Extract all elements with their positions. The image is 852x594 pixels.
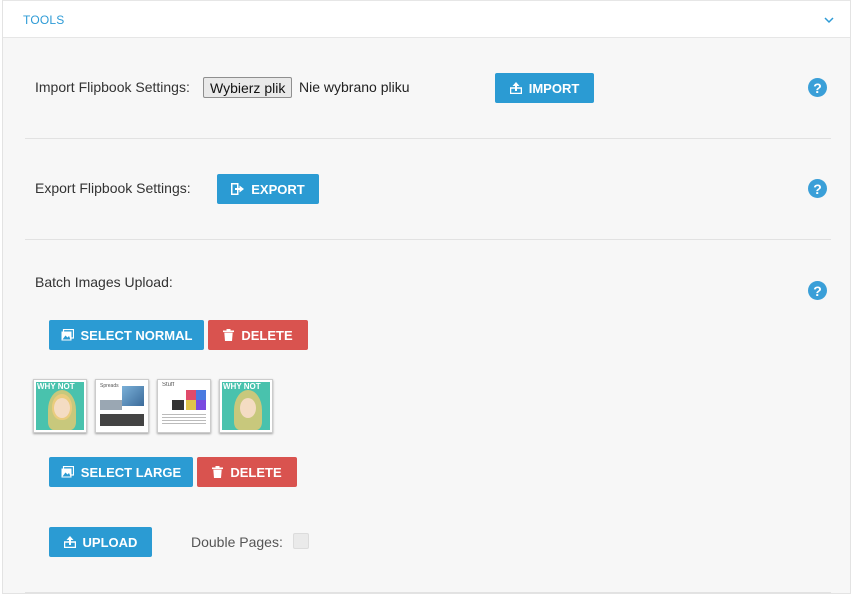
delete-normal-label: DELETE — [241, 327, 293, 343]
images-icon — [61, 329, 74, 341]
double-pages-checkbox[interactable] — [293, 533, 309, 549]
export-help-icon[interactable]: ? — [808, 179, 827, 198]
trash-icon — [212, 466, 224, 478]
face-highlight — [54, 398, 70, 418]
upload-button-label: UPLOAD — [82, 534, 138, 550]
photo-strip — [100, 414, 144, 426]
batch-upload-label: Batch Images Upload: — [35, 274, 173, 290]
photo-block — [186, 400, 196, 410]
import-settings-label: Import Flipbook Settings: — [35, 79, 190, 95]
photo-block — [172, 400, 184, 410]
photo-block — [196, 390, 206, 400]
import-button-label: IMPORT — [528, 80, 580, 96]
divider — [25, 239, 831, 240]
divider — [25, 138, 831, 139]
export-button-label: EXPORT — [251, 181, 305, 197]
select-large-button[interactable]: SELECT LARGE — [49, 457, 193, 487]
photo-block — [196, 400, 206, 410]
choose-file-button[interactable]: Wybierz plik — [203, 77, 293, 98]
export-settings-label: Export Flipbook Settings: — [35, 180, 191, 196]
double-pages-label: Double Pages: — [191, 534, 283, 550]
thumbnail-caption: Stuff — [162, 382, 175, 388]
text-lines — [162, 414, 206, 426]
upload-button[interactable]: UPLOAD — [49, 527, 152, 557]
thumbnail-caption: WHY NOT — [37, 382, 75, 391]
thumbnail-caption: Spreads — [100, 383, 119, 389]
panel-header[interactable]: TOOLS — [3, 0, 850, 38]
select-normal-button[interactable]: SELECT NORMAL — [49, 320, 204, 350]
select-large-label: SELECT LARGE — [80, 464, 182, 480]
export-button[interactable]: EXPORT — [217, 174, 319, 204]
batch-help-icon[interactable]: ? — [808, 281, 827, 300]
delete-large-label: DELETE — [230, 464, 282, 480]
tools-panel: TOOLS Import Flipbook Settings: Wybierz … — [2, 0, 851, 594]
import-help-icon[interactable]: ? — [808, 78, 827, 97]
thumbnail-image[interactable]: WHY NOT — [219, 379, 273, 433]
thumbnail-caption: WHY NOT — [223, 382, 261, 391]
select-normal-label: SELECT NORMAL — [80, 327, 193, 343]
panel-title: TOOLS — [23, 13, 65, 27]
import-button[interactable]: IMPORT — [495, 73, 594, 103]
sign-out-icon — [231, 183, 245, 195]
upload-icon — [509, 82, 522, 94]
chevron-down-icon[interactable] — [822, 13, 836, 27]
trash-icon — [223, 329, 235, 341]
face-highlight — [240, 398, 256, 418]
delete-large-button[interactable]: DELETE — [197, 457, 297, 487]
thumbnail-image[interactable]: Spreads — [95, 379, 149, 433]
photo-block — [122, 386, 144, 406]
images-icon — [61, 466, 74, 478]
delete-normal-button[interactable]: DELETE — [208, 320, 308, 350]
photo-block — [100, 400, 122, 410]
file-status-text: Nie wybrano pliku — [299, 79, 410, 95]
thumbnail-image[interactable]: WHY NOT — [33, 379, 87, 433]
thumbnail-image[interactable]: Stuff — [157, 379, 211, 433]
upload-icon — [63, 536, 76, 548]
divider — [25, 592, 831, 593]
photo-block — [186, 390, 196, 400]
